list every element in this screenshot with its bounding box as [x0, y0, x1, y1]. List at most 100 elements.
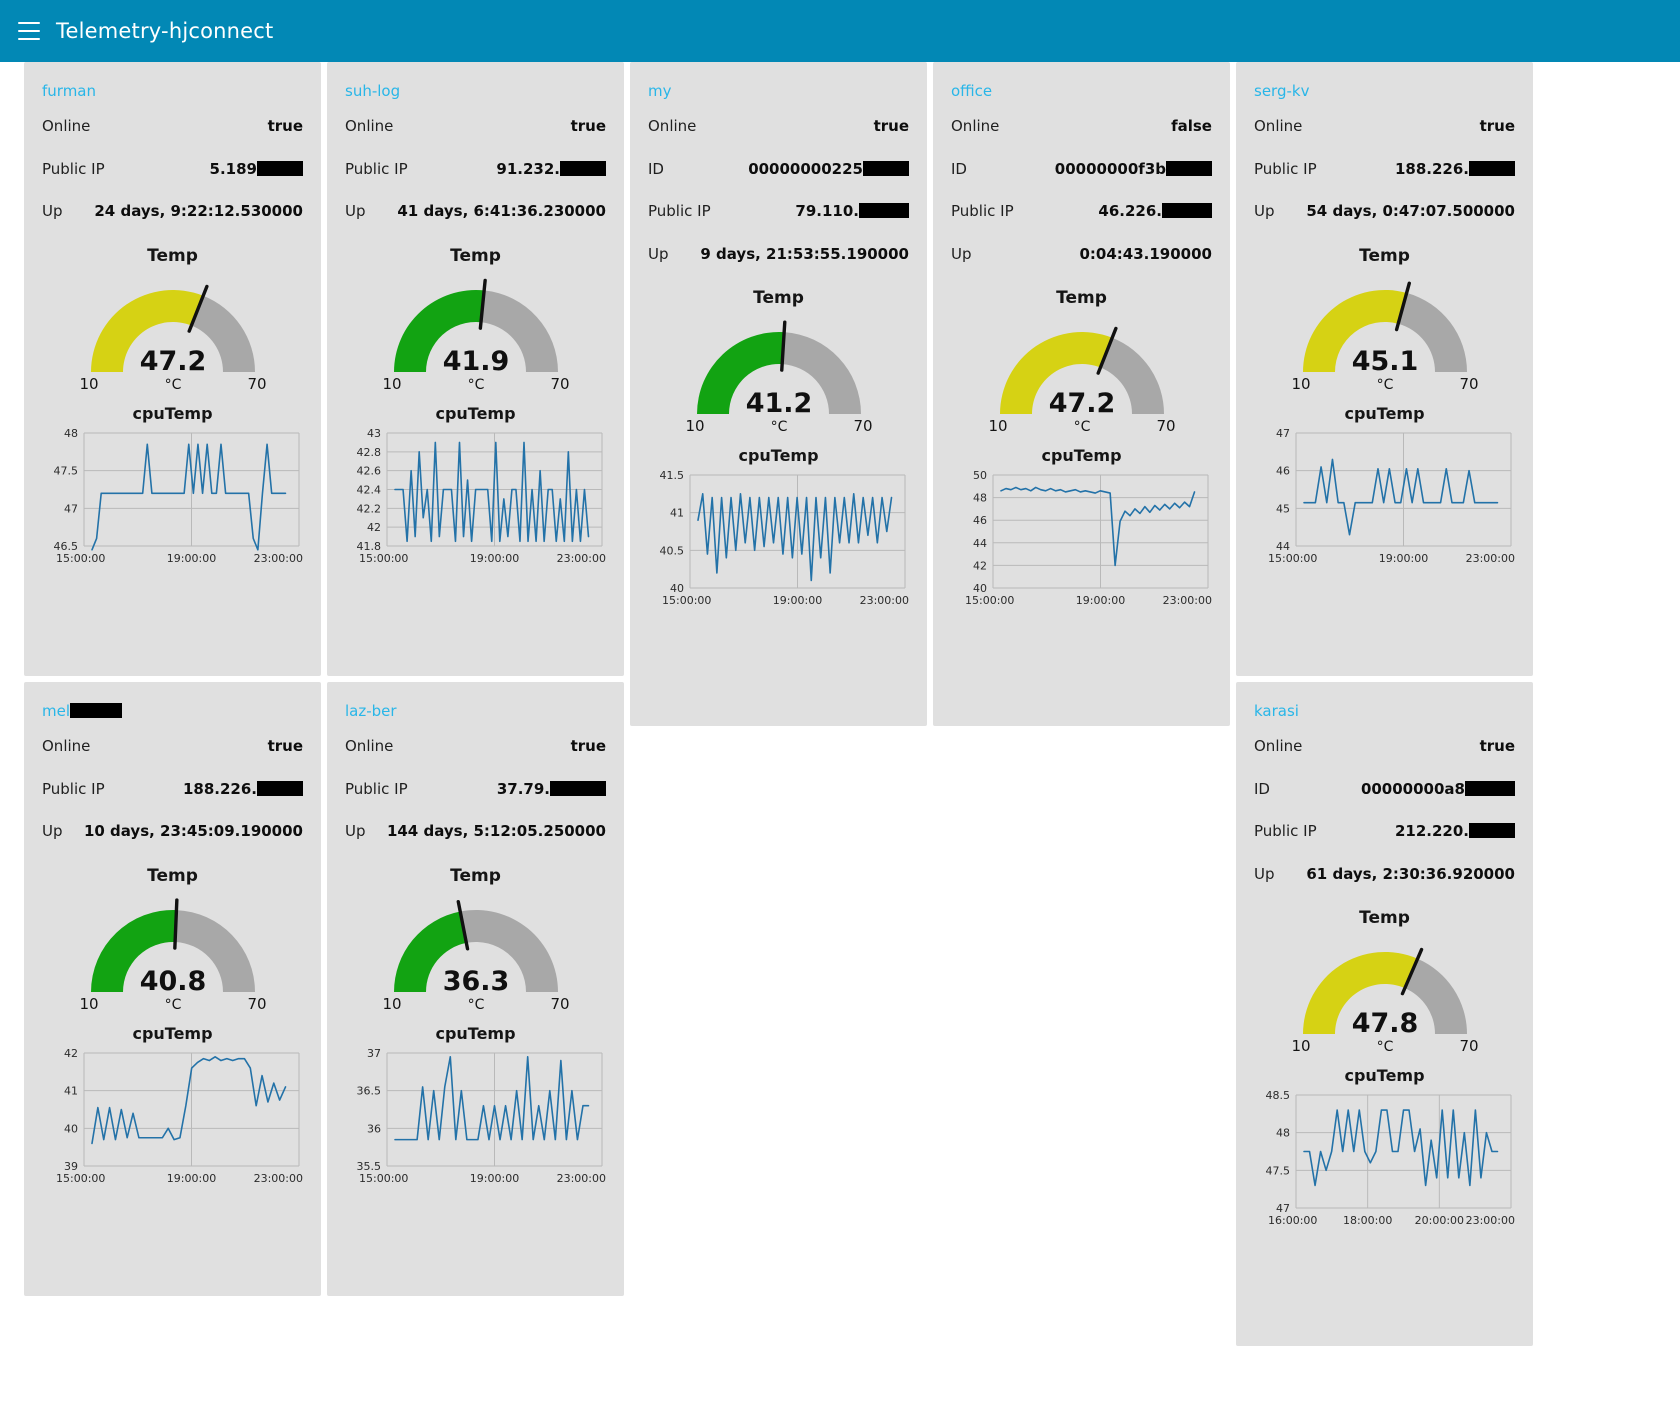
property-value: 9 days, 21:53:55.190000 [700, 245, 909, 263]
property-value: 00000000a8 [1361, 780, 1515, 798]
gauge-canvas: 41.9 10 70 °C [345, 272, 606, 390]
x-tick-label: 18:00:00 [1343, 1214, 1392, 1227]
redaction-block [859, 203, 909, 218]
chart-widget: cpuTemp 50 48 46 44 42 40 15:00:00 19:00:00 23:0… [951, 446, 1212, 612]
redaction-block [1469, 160, 1515, 176]
device-panel[interactable]: serg-kv Online true Public IP 188.226. U… [1236, 62, 1533, 676]
gauge-max-label: 70 [1459, 1037, 1478, 1052]
gauge-min-label: 10 [988, 417, 1007, 432]
property-value-text: 10 days, 23:45:09.190000 [83, 822, 303, 840]
panel-title-text: mel [42, 702, 71, 720]
property-key: Up [951, 244, 972, 263]
property-key: Up [1254, 864, 1275, 883]
property-key: Up [648, 244, 669, 263]
y-tick-label: 41 [64, 1084, 78, 1097]
chart-widget: cpuTemp 47 46 45 44 15:00:00 19:00:00 23:00:00 [1254, 404, 1515, 570]
gauge-max-label: 70 [550, 375, 569, 390]
redaction-block [1166, 160, 1212, 176]
property-value: 188.226. [182, 779, 303, 798]
gauge-canvas: 47.2 10 70 °C [42, 272, 303, 390]
y-tick-label: 47 [64, 502, 78, 515]
gauge-canvas: 47.2 10 70 °C [951, 314, 1212, 432]
redaction-block [1465, 780, 1515, 796]
y-tick-label: 45 [1276, 502, 1290, 515]
y-tick-label: 40.5 [660, 544, 685, 557]
y-tick-label: 42 [367, 521, 381, 534]
property-value-text: 188.226. [1394, 159, 1469, 178]
gauge-title: Temp [450, 865, 501, 886]
gauge-canvas: 41.2 10 70 °C [648, 314, 909, 432]
gauge-max-label: 70 [1459, 375, 1478, 390]
property-value-text: 188.226. [182, 779, 257, 798]
gauge-canvas: 45.1 10 70 °C [1254, 272, 1515, 390]
chart-title: cpuTemp [435, 403, 516, 423]
property-key: Up [345, 202, 366, 220]
gauge-unit-label: °C [770, 419, 787, 432]
property-key: Public IP [951, 202, 1014, 220]
panel-title-text: my [648, 82, 672, 100]
property-row: Up 10 days, 23:45:09.190000 [42, 823, 303, 840]
property-value-text: true [1479, 117, 1515, 135]
redaction-block [1162, 203, 1212, 218]
property-value-text: 79.110. [795, 202, 859, 220]
gauge-widget: Temp 41.9 10 70 °C [345, 246, 606, 390]
gauge-widget: Temp 47.2 10 70 °C [951, 288, 1212, 432]
app-header: Telemetry-hjconnect [0, 0, 1680, 62]
gauge-value: 47.8 [1351, 1008, 1418, 1039]
panel-title-text: karasi [1254, 702, 1299, 720]
property-key: Online [42, 737, 91, 755]
device-panel[interactable]: furman Online true Public IP 5.189 Up 24… [24, 62, 321, 676]
page-title: Telemetry-hjconnect [56, 19, 274, 43]
property-value: 5.189 [210, 160, 303, 178]
property-value-text: 00000000f3b [1054, 159, 1166, 178]
x-tick-label: 23:00:00 [1466, 1214, 1515, 1227]
device-panel[interactable]: office Online false ID 00000000f3b Publi… [933, 62, 1230, 726]
property-value-text: 24 days, 9:22:12.530000 [94, 202, 303, 220]
x-tick-label: 15:00:00 [56, 1172, 105, 1185]
gauge-canvas: 47.8 10 70 °C [1254, 934, 1515, 1052]
line-chart-graphic: 4342.842.642.442.24241.815:00:00 19:00:00… [357, 427, 607, 565]
property-row: ID 00000000a8 [1254, 780, 1515, 798]
device-panel[interactable]: karasi Online true ID 00000000a8 Public … [1236, 682, 1533, 1346]
y-tick-label: 41 [670, 507, 684, 520]
x-tick-label: 19:00:00 [167, 552, 216, 565]
panel-title: furman [42, 82, 96, 100]
property-value-text: true [267, 117, 303, 135]
panel-title-text: suh-log [345, 82, 401, 100]
chart-title: cpuTemp [1041, 446, 1122, 465]
property-list: Online true Public IP 91.232. Up 41 days… [345, 118, 606, 220]
panel-title-text: serg-kv [1254, 82, 1310, 100]
property-value-text: 41 days, 6:41:36.230000 [397, 202, 606, 220]
property-row: ID 00000000225 [648, 160, 909, 178]
panel-title: office [951, 82, 992, 100]
redaction-block [257, 160, 303, 176]
gauge-min-label: 10 [79, 375, 98, 390]
property-row: Online true [648, 118, 909, 135]
property-row: Public IP 5.189 [42, 160, 303, 178]
property-list: Online true Public IP 37.79. Up 144 days… [345, 738, 606, 840]
property-value-text: true [570, 117, 606, 135]
device-panel[interactable]: laz-ber Online true Public IP 37.79. Up … [327, 682, 624, 1296]
panel-title-text: laz-ber [345, 702, 397, 720]
property-value-text: 212.220. [1394, 822, 1469, 840]
device-panel[interactable]: suh-log Online true Public IP 91.232. Up… [327, 62, 624, 676]
gauge-min-label: 10 [382, 995, 401, 1010]
property-row: Public IP 79.110. [648, 203, 909, 220]
y-tick-label: 42 [973, 559, 987, 572]
device-panel[interactable]: my Online true ID 00000000225 Public IP … [630, 62, 927, 726]
hamburger-icon[interactable] [18, 22, 40, 40]
series-line [1000, 486, 1196, 567]
gauge-widget: Temp 47.2 10 70 °C [42, 246, 303, 390]
property-value-text: 91.232. [496, 159, 560, 178]
property-key: Online [1254, 737, 1303, 755]
gauge-title: Temp [147, 865, 198, 886]
gauge-widget: Temp 40.8 10 70 °C [42, 866, 303, 1010]
gauge-value: 45.1 [1351, 346, 1418, 377]
property-key: Public IP [42, 779, 105, 798]
device-panel[interactable]: mel Online true Public IP 188.226. Up 10… [24, 682, 321, 1296]
panel-title: suh-log [345, 82, 400, 100]
chart-title: cpuTemp [1344, 1066, 1425, 1085]
chart-title: cpuTemp [435, 1023, 516, 1043]
series-line [1303, 1109, 1499, 1187]
y-tick-label: 40 [64, 1122, 78, 1135]
